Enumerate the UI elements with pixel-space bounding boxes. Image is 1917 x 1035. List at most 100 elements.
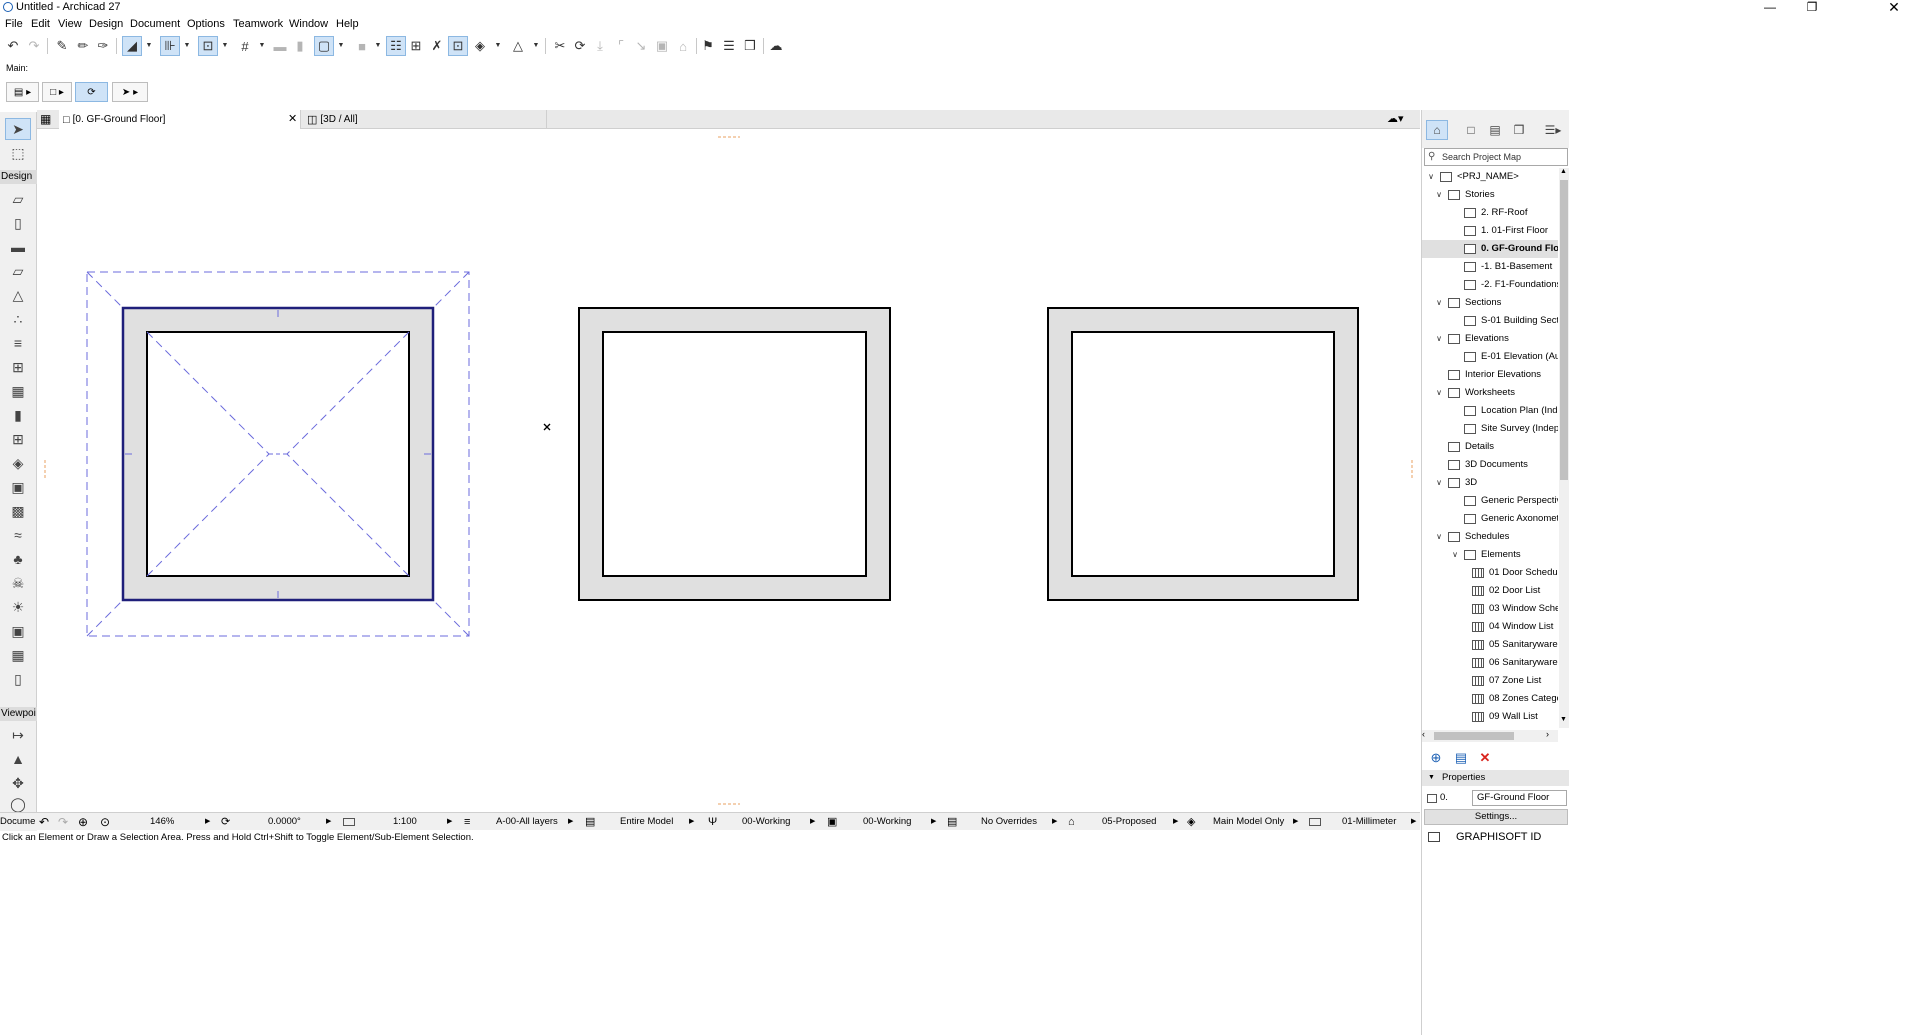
layout-book-icon[interactable]: ▤ — [1484, 120, 1506, 140]
maximize-button[interactable]: ❐ — [1789, 0, 1835, 16]
project-map-item[interactable]: 01 Door Schedule — [1422, 564, 1558, 582]
project-map-item[interactable]: 04 Window List — [1422, 618, 1558, 636]
menu-teamwork[interactable]: Teamwork — [233, 18, 283, 30]
zone-tool-icon[interactable]: ▩ — [5, 500, 31, 522]
redo-icon[interactable]: ↷ — [24, 36, 44, 56]
view-angle-value[interactable]: 0.0000° — [268, 813, 301, 831]
tree-horizontal-scrollbar[interactable]: ‹ › — [1422, 729, 1558, 742]
expand-chevron-icon[interactable]: ∨ — [1450, 546, 1460, 564]
expand-chevron-icon[interactable]: ∨ — [1434, 294, 1444, 312]
lamp-tool-icon[interactable]: ☀ — [5, 596, 31, 618]
marquee-icon[interactable]: ⊡ — [448, 36, 468, 56]
menu-view[interactable]: View — [58, 18, 82, 30]
stair-tool-icon[interactable]: ≡ — [5, 332, 31, 354]
groups-dropdown[interactable]: ▼ — [337, 36, 345, 56]
3d-view-icon[interactable]: ◈ — [470, 36, 490, 56]
menu-document[interactable]: Document — [130, 18, 180, 30]
renovation-menu-arrow[interactable]: ▶ — [1173, 813, 1178, 831]
roof-tool-icon[interactable]: △ — [5, 284, 31, 306]
project-map-item[interactable]: Site Survey (Indeper — [1422, 420, 1558, 438]
project-map-item[interactable]: 1. 01-First Floor — [1422, 222, 1558, 240]
trace-icon[interactable]: ▬ — [270, 36, 290, 56]
zoom-menu-arrow[interactable]: ▶ — [205, 813, 210, 831]
rotate-button[interactable]: ⟳ — [75, 82, 108, 102]
scroll-up-icon[interactable]: ▲ — [1560, 168, 1567, 175]
project-map-item[interactable]: E-01 Elevation (Auto — [1422, 348, 1558, 366]
publisher-sets-icon[interactable]: ❒ — [1508, 120, 1530, 140]
structure-menu-arrow[interactable]: ▶ — [1293, 813, 1298, 831]
morph-tool-icon[interactable]: ♣ — [5, 548, 31, 570]
object-tool-icon[interactable]: ☠ — [5, 572, 31, 594]
expand-chevron-icon[interactable]: ∨ — [1434, 384, 1444, 402]
model-view-options-value[interactable]: 00-Working — [863, 813, 911, 831]
lock-icon[interactable]: ■ — [352, 36, 372, 56]
worksheet-tool-icon[interactable]: ◯ — [5, 796, 31, 812]
project-map-item[interactable]: 05 Sanitaryware S — [1422, 636, 1558, 654]
project-map-item[interactable]: Generic Axonometr — [1422, 510, 1558, 528]
snap-points-dropdown[interactable]: ▼ — [221, 36, 229, 56]
solid-operations-icon[interactable]: △ — [508, 36, 528, 56]
clone-folder-icon[interactable]: ▤ — [1452, 750, 1470, 766]
snap-guides-dropdown[interactable]: ▼ — [145, 36, 153, 56]
overrides-menu-arrow[interactable]: ▶ — [1052, 813, 1057, 831]
guide-lines-dropdown[interactable]: ▼ — [183, 36, 191, 56]
window-tool-icon[interactable]: ⊞ — [5, 428, 31, 450]
selection-mode-button[interactable]: □ ▸ — [42, 82, 72, 102]
grid-element-tool-icon[interactable]: ▦ — [5, 644, 31, 666]
scroll-thumb[interactable] — [1560, 180, 1568, 480]
selected-room-walls[interactable] — [86, 271, 470, 637]
expand-chevron-icon[interactable]: ∨ — [1434, 330, 1444, 348]
scroll-thumb[interactable] — [1434, 732, 1514, 740]
mesh-tool-icon[interactable]: ≈ — [5, 524, 31, 546]
door-tool-icon[interactable]: ▮ — [5, 404, 31, 426]
undo-icon[interactable]: ↶ — [3, 36, 23, 56]
slab-tool-icon[interactable]: ▱ — [5, 260, 31, 282]
model-view-menu-arrow[interactable]: ▶ — [689, 813, 694, 831]
graphisoft-id-bar[interactable]: GRAPHISOFT ID — [1422, 828, 1569, 846]
layers-menu-arrow[interactable]: ▶ — [568, 813, 573, 831]
project-map-item[interactable]: ∨ Schedules — [1422, 528, 1558, 546]
search-project-map-input[interactable]: Search Project Map — [1424, 148, 1568, 166]
project-map-icon[interactable]: ⌂ — [1426, 120, 1448, 140]
3d-view-dropdown[interactable]: ▼ — [494, 36, 502, 56]
menu-window[interactable]: Window — [289, 18, 328, 30]
delete-icon[interactable]: ✕ — [1476, 750, 1494, 766]
project-map-item[interactable]: 2. RF-Roof — [1422, 204, 1558, 222]
arrow-tool-icon[interactable]: ➤ — [5, 118, 31, 140]
expand-chevron-icon[interactable]: ∨ — [1434, 186, 1444, 204]
expand-chevron-icon[interactable]: ∨ — [1426, 168, 1436, 186]
dimension-standard-value[interactable]: 01-Millimeter — [1342, 813, 1396, 831]
story-name-field[interactable]: GF-Ground Floor — [1472, 790, 1567, 806]
menu-file[interactable]: File — [5, 18, 23, 30]
minimize-button[interactable]: — — [1747, 0, 1793, 16]
flag-icon[interactable]: ⚑ — [698, 36, 718, 56]
section-tool-icon[interactable]: ↦ — [5, 724, 31, 746]
tab-close-icon[interactable]: ✕ — [288, 112, 297, 125]
roof-connect-icon[interactable]: ⌂ — [673, 36, 693, 56]
object-box-tool-icon[interactable]: ▣ — [5, 620, 31, 642]
project-map-item[interactable]: ∨ Elevations — [1422, 330, 1558, 348]
project-map-item[interactable]: 03 Window Schec — [1422, 600, 1558, 618]
menu-design[interactable]: Design — [89, 18, 123, 30]
angle-menu-arrow[interactable]: ▶ — [326, 813, 331, 831]
cross-icon[interactable]: ✗ — [427, 36, 447, 56]
split-icon[interactable]: ✂ — [550, 36, 570, 56]
shell-tool-icon[interactable]: ∴ — [5, 308, 31, 330]
project-map-item[interactable]: 0. GF-Ground Floor — [1422, 240, 1558, 258]
lock-dropdown[interactable]: ▼ — [374, 36, 382, 56]
railing-tool-icon[interactable]: ⊞ — [5, 356, 31, 378]
navigator-menu-icon[interactable]: ☰▸ — [1540, 120, 1566, 140]
pen-set-value[interactable]: 00-Working — [742, 813, 790, 831]
expand-chevron-icon[interactable]: ∨ — [1434, 528, 1444, 546]
project-map-item[interactable]: 06 Sanitaryware L — [1422, 654, 1558, 672]
curtain-wall-tool-icon[interactable]: ▦ — [5, 380, 31, 402]
project-map-item[interactable]: ∨ Elements — [1422, 546, 1558, 564]
scroll-left-icon[interactable]: ‹ — [1422, 729, 1425, 739]
skylight-tool-icon[interactable]: ◈ — [5, 452, 31, 474]
project-map-item[interactable]: -2. F1-Foundations — [1422, 276, 1558, 294]
new-view-icon[interactable]: ⊕ — [1427, 750, 1445, 766]
guide-lines-icon[interactable]: ⊪ — [160, 36, 180, 56]
undo-view-icon[interactable]: ↶ — [39, 813, 49, 831]
project-map-item[interactable]: 09 Wall List — [1422, 708, 1558, 726]
trim-to-roof-icon[interactable]: ⤓ — [590, 36, 610, 56]
